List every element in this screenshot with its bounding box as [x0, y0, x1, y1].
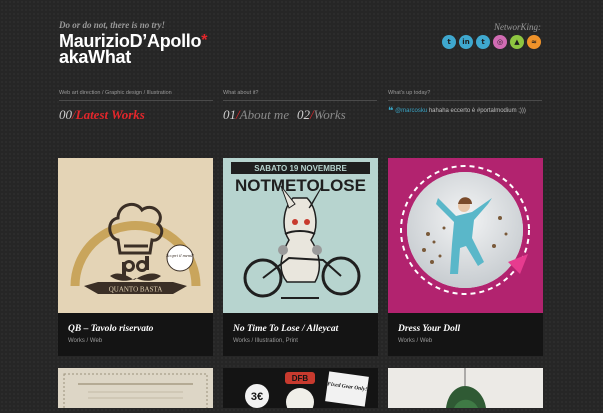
- work-card-qb[interactable]: QUANTO BASTA Scopri il menù! QB – Tavolo…: [58, 158, 213, 356]
- tumblr-icon[interactable]: t: [476, 35, 490, 49]
- rss-icon[interactable]: ≈: [527, 35, 541, 49]
- fixed-gear-art: DFB 3€ Fixed Gear Only!: [245, 371, 369, 413]
- dribbble-icon[interactable]: ◎: [493, 35, 507, 49]
- tweet-text: hahaha eccerto è #portalmodium ;))): [428, 108, 526, 114]
- logo-text: QUANTO BASTA: [109, 286, 163, 294]
- work-thumbnail[interactable]: [388, 158, 543, 313]
- poster-date: SABATO 19 NOVEMBRE: [254, 164, 347, 173]
- col3-heading: What's up today?: [388, 90, 542, 101]
- nav-label: Works: [313, 107, 346, 122]
- tweet-handle[interactable]: @marcosku: [395, 108, 427, 114]
- work-title[interactable]: QB – Tavolo riservato: [68, 324, 153, 334]
- quanto-basta-logo: QUANTO BASTA Scopri il menù!: [70, 202, 201, 294]
- price-badge: 3€: [251, 391, 263, 403]
- nav-works[interactable]: 02/Works: [297, 107, 346, 123]
- alleycat-poster: SABATO 19 NOVEMBRE NOTMETOLOSE: [223, 158, 378, 313]
- networking-label: NetworKing:: [493, 22, 541, 32]
- work-card-no-time-to-lose[interactable]: SABATO 19 NOVEMBRE NOTMETOLOSE No Time T…: [223, 158, 378, 356]
- logo-star: *: [201, 32, 208, 49]
- work-thumbnail-row2-2[interactable]: DFB 3€ Fixed Gear Only!: [223, 368, 378, 413]
- work-meta: Works / Illustration, Print: [233, 338, 298, 344]
- nav-latest-works[interactable]: 00/Latest Works: [59, 107, 145, 123]
- certificate-art: [63, 373, 208, 413]
- linkedin-icon[interactable]: in: [459, 35, 473, 49]
- work-thumbnail-row2-3[interactable]: [388, 368, 543, 408]
- nav-label: About me: [239, 107, 290, 122]
- tagline: Do or do not, there is no try!: [59, 20, 166, 30]
- android-icon[interactable]: ▲: [510, 35, 524, 49]
- poster-title: NOTMETOLOSE: [235, 176, 366, 195]
- nav-num: 00: [59, 107, 72, 122]
- work-thumbnail[interactable]: QUANTO BASTA Scopri il menù!: [58, 158, 213, 313]
- quote-icon: ❝: [388, 106, 394, 117]
- nav-about-me[interactable]: 01/About me: [223, 107, 289, 123]
- work-thumbnail-row2-1[interactable]: [58, 368, 213, 413]
- nav-num: 01: [223, 107, 236, 122]
- menu-badge: Scopri il menù!: [166, 253, 194, 258]
- nav-label: Latest Works: [75, 107, 145, 122]
- dress-your-doll-art: [388, 158, 543, 313]
- work-title[interactable]: Dress Your Doll: [398, 324, 460, 334]
- plant-art: [446, 368, 486, 408]
- work-meta: Works / Web: [398, 338, 433, 344]
- work-card-dress-your-doll[interactable]: Dress Your Doll Works / Web: [388, 158, 543, 356]
- twitter-icon[interactable]: t: [442, 35, 456, 49]
- work-title[interactable]: No Time To Lose / Alleycat: [233, 324, 338, 334]
- latest-tweet: ❝ @marcosku hahaha eccerto è #portalmodi…: [388, 106, 542, 117]
- col1-heading: Web art direction / Graphic design / Ill…: [59, 90, 213, 101]
- dfb-tag: DFB: [292, 374, 309, 383]
- logo-line2: akaWhat: [59, 47, 131, 67]
- col2-heading: What about it?: [223, 90, 377, 101]
- site-logo[interactable]: MaurizioD’Apollo* akaWhat: [59, 32, 208, 67]
- work-meta: Works / Web: [68, 338, 103, 344]
- work-thumbnail[interactable]: SABATO 19 NOVEMBRE NOTMETOLOSE: [223, 158, 378, 313]
- social-icons: t in t ◎ ▲ ≈: [442, 35, 541, 49]
- nav-num: 02: [297, 107, 310, 122]
